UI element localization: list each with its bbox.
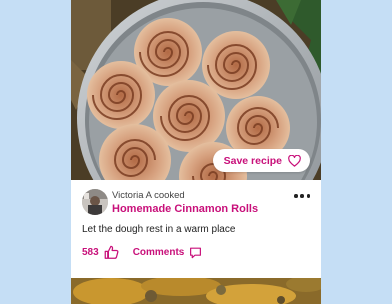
post-caption: Let the dough rest in a warm place bbox=[82, 224, 236, 235]
next-post-photo[interactable] bbox=[71, 278, 321, 304]
save-recipe-label: Save recipe bbox=[223, 154, 282, 167]
comments-button[interactable]: Comments bbox=[133, 247, 185, 258]
like-count: 583 bbox=[82, 246, 99, 258]
post-content: Victoria A cooked Homemade Cinnamon Roll… bbox=[71, 180, 321, 278]
speech-bubble-icon[interactable] bbox=[189, 246, 202, 259]
more-options-button[interactable] bbox=[294, 192, 310, 200]
recipe-title-link[interactable]: Homemade Cinnamon Rolls bbox=[112, 203, 258, 215]
author-row: Victoria A cooked Homemade Cinnamon Roll… bbox=[82, 189, 310, 219]
cooked-line: Victoria A cooked bbox=[112, 190, 185, 201]
post-actions: 583 Comments bbox=[82, 244, 202, 260]
more-horizontal-icon bbox=[294, 194, 298, 198]
save-recipe-button[interactable]: Save recipe bbox=[212, 149, 310, 172]
recipe-post-card: Save recipe Victoria A cooked Homemade C… bbox=[71, 0, 321, 304]
next-post-image bbox=[71, 278, 321, 304]
thumbs-up-icon[interactable] bbox=[104, 245, 119, 259]
heart-outline-icon bbox=[288, 154, 301, 167]
recipe-photo[interactable]: Save recipe bbox=[71, 0, 321, 180]
avatar[interactable] bbox=[82, 189, 108, 215]
avatar-image bbox=[82, 189, 108, 215]
